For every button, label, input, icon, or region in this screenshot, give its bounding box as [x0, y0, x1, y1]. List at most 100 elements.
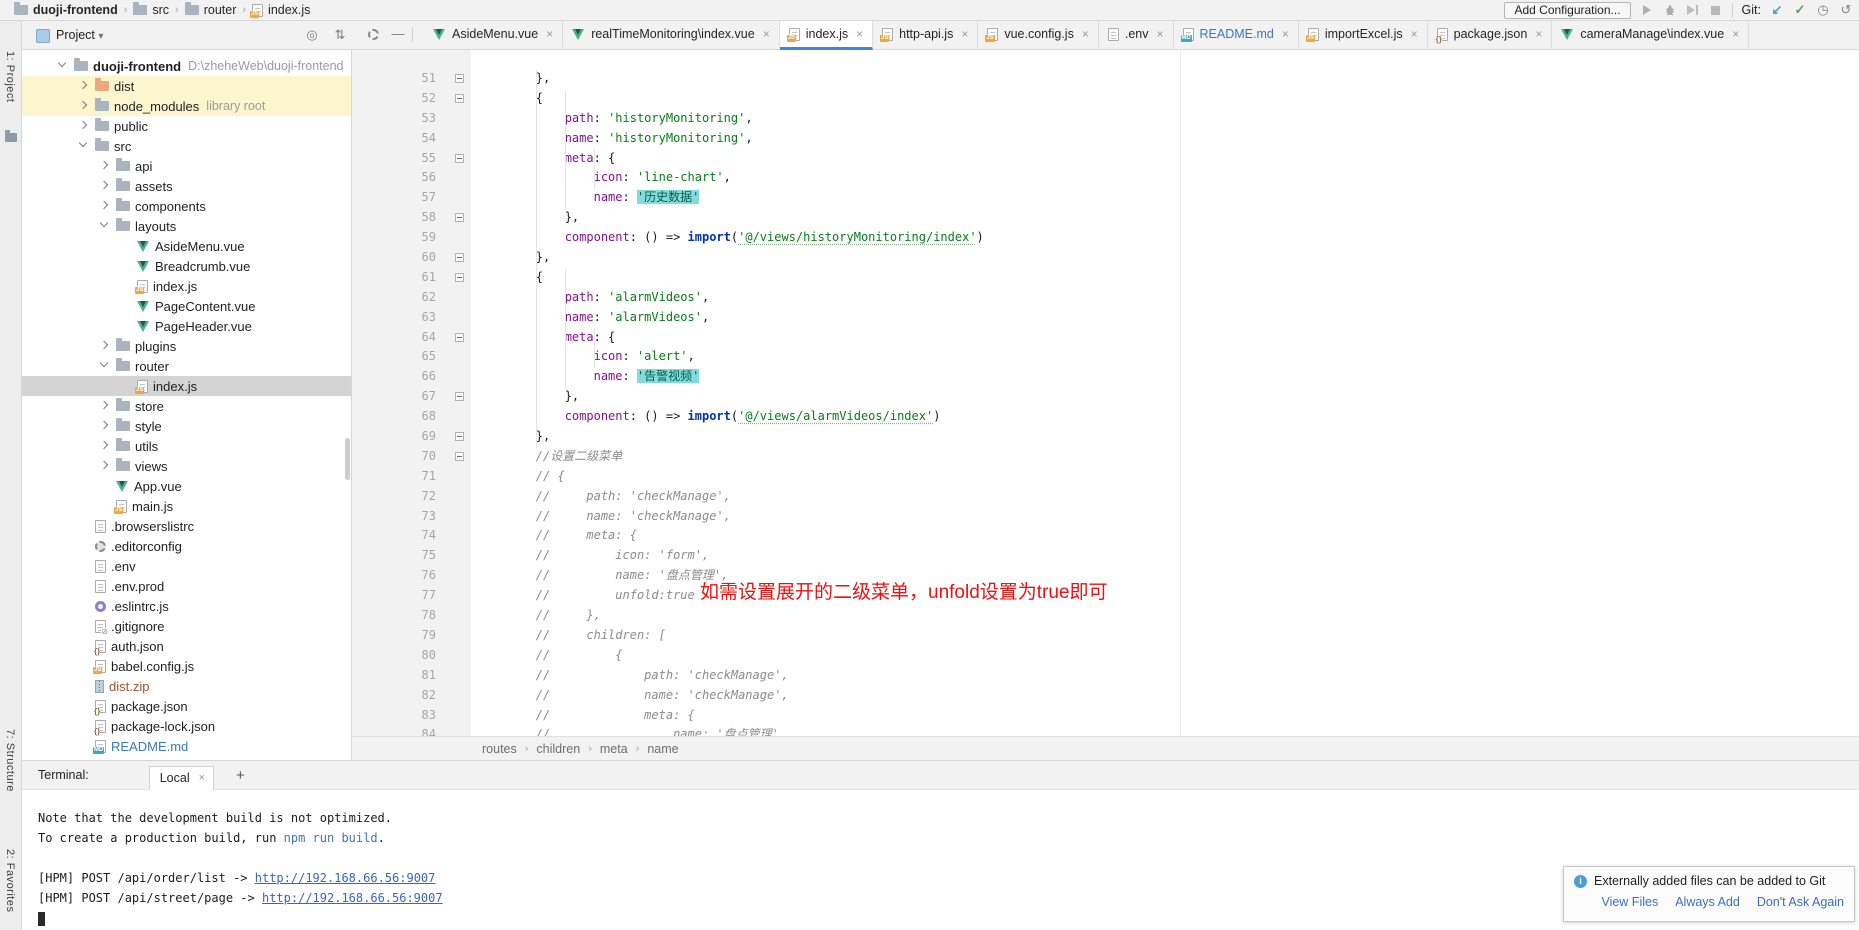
locate-file-icon[interactable]: ◎ [304, 27, 320, 43]
editor-breadcrumb-item[interactable]: children [536, 742, 580, 756]
tree-row[interactable]: {}package.json [22, 696, 351, 716]
line-number[interactable]: 71 [352, 467, 436, 487]
line-number[interactable]: 82 [352, 686, 436, 706]
tree-row[interactable]: views [22, 456, 351, 476]
panel-settings-gear-icon[interactable] [368, 29, 379, 40]
tree-chevron-icon[interactable] [98, 399, 112, 413]
terminal-link[interactable]: http://192.168.66.56:9007 [262, 891, 443, 905]
tree-chevron-icon[interactable] [98, 359, 112, 373]
editor-tab[interactable]: JSindex.js× [780, 21, 873, 50]
editor-tab[interactable]: JSvue.config.js× [978, 21, 1099, 50]
close-icon[interactable]: × [961, 27, 968, 41]
close-icon[interactable]: × [1411, 27, 1418, 41]
tree-row[interactable]: .env [22, 556, 351, 576]
line-number[interactable]: 53 [352, 109, 436, 129]
line-number[interactable]: 78 [352, 606, 436, 626]
tree-chevron-icon[interactable] [98, 459, 112, 473]
tree-chevron-icon[interactable] [77, 99, 91, 113]
editor-breadcrumb-item[interactable]: name [647, 742, 678, 756]
line-number[interactable]: 57 [352, 188, 436, 208]
editor-tab[interactable]: cameraManage\index.vue× [1552, 21, 1749, 50]
tree-row[interactable]: assets [22, 176, 351, 196]
tree-row[interactable]: ⊘.gitignore [22, 616, 351, 636]
tree-row[interactable]: PageContent.vue [22, 296, 351, 316]
tree-row[interactable]: {}auth.json [22, 636, 351, 656]
editor-tab[interactable]: MDREADME.md× [1174, 21, 1299, 50]
fold-marker-icon[interactable] [455, 213, 464, 222]
git-history-icon[interactable]: ◷ [1816, 3, 1830, 17]
tree-row[interactable]: node_moduleslibrary root [22, 96, 351, 116]
line-number[interactable]: 54 [352, 129, 436, 149]
editor-tab[interactable]: realTimeMonitoring\index.vue× [563, 21, 780, 50]
tree-row[interactable]: store [22, 396, 351, 416]
editor-tab[interactable]: AsideMenu.vue× [424, 21, 563, 50]
tree-row[interactable]: src [22, 136, 351, 156]
tree-row[interactable]: JSbabel.config.js [22, 656, 351, 676]
line-number[interactable]: 67 [352, 387, 436, 407]
terminal-tab-local[interactable]: Local × [149, 766, 214, 790]
line-number[interactable]: 76 [352, 566, 436, 586]
line-number[interactable]: 75 [352, 546, 436, 566]
run-icon[interactable] [1640, 3, 1654, 17]
line-number[interactable]: 58 [352, 208, 436, 228]
close-icon[interactable]: × [856, 27, 863, 41]
line-number[interactable]: 81 [352, 666, 436, 686]
tree-chevron-icon[interactable] [77, 139, 91, 153]
tree-row[interactable]: PageHeader.vue [22, 316, 351, 336]
line-number-gutter[interactable]: 5152535455565758596061626364656667686970… [352, 69, 436, 745]
tree-row[interactable]: AsideMenu.vue [22, 236, 351, 256]
line-number[interactable]: 68 [352, 407, 436, 427]
tree-chevron-icon[interactable] [77, 79, 91, 93]
line-number[interactable]: 59 [352, 228, 436, 248]
project-scrollbar-thumb[interactable] [345, 438, 350, 480]
line-number[interactable]: 70 [352, 447, 436, 467]
stripe-structure-button[interactable]: 7: Structure [4, 729, 16, 792]
terminal-link[interactable]: http://192.168.66.56:9007 [255, 871, 436, 885]
debug-icon[interactable] [1663, 3, 1677, 17]
line-number[interactable]: 83 [352, 706, 436, 726]
editor-tab[interactable]: JShttp-api.js× [873, 21, 978, 50]
line-number[interactable]: 65 [352, 347, 436, 367]
line-number[interactable]: 62 [352, 288, 436, 308]
close-icon[interactable]: × [1732, 27, 1739, 41]
close-icon[interactable]: × [1535, 27, 1542, 41]
line-number[interactable]: 51 [352, 69, 436, 89]
line-number[interactable]: 73 [352, 507, 436, 527]
line-number[interactable]: 77 [352, 586, 436, 606]
close-icon[interactable]: × [1082, 27, 1089, 41]
fold-marker-icon[interactable] [455, 74, 464, 83]
line-number[interactable]: 61 [352, 268, 436, 288]
project-view-selector[interactable]: Project ▾ [56, 28, 103, 42]
tree-row[interactable]: utils [22, 436, 351, 456]
notification-action-link[interactable]: Don't Ask Again [1757, 895, 1844, 909]
editor-tab[interactable]: JSimportExcel.js× [1299, 21, 1428, 50]
tree-row[interactable]: components [22, 196, 351, 216]
line-number[interactable]: 80 [352, 646, 436, 666]
breadcrumb-item[interactable]: duoji-frontend [14, 3, 118, 17]
add-configuration-button[interactable]: Add Configuration... [1504, 2, 1630, 19]
tree-row[interactable]: App.vue [22, 476, 351, 496]
tree-row[interactable]: .browserslistrc [22, 516, 351, 536]
tree-chevron-icon[interactable] [98, 219, 112, 233]
tree-chevron-icon[interactable] [98, 179, 112, 193]
tree-chevron-icon[interactable] [98, 419, 112, 433]
breadcrumb-item[interactable]: router [185, 3, 237, 17]
fold-marker-icon[interactable] [455, 432, 464, 441]
tree-chevron-icon[interactable] [98, 439, 112, 453]
close-icon[interactable]: × [763, 27, 770, 41]
editor-tab[interactable]: .env× [1099, 21, 1174, 50]
tree-row[interactable]: .env.prod [22, 576, 351, 596]
tree-row[interactable]: style [22, 416, 351, 436]
tree-row[interactable]: Breadcrumb.vue [22, 256, 351, 276]
tree-row[interactable]: dist.zip [22, 676, 351, 696]
fold-marker-icon[interactable] [455, 452, 464, 461]
project-folder-icon[interactable] [5, 133, 17, 142]
stripe-project-button[interactable]: 1: Project [4, 51, 16, 102]
close-icon[interactable]: × [1156, 27, 1163, 41]
breadcrumb-item[interactable]: src [133, 3, 169, 17]
line-number[interactable]: 74 [352, 526, 436, 546]
notification-action-link[interactable]: Always Add [1675, 895, 1740, 909]
tree-row[interactable]: .editorconfig [22, 536, 351, 556]
line-number[interactable]: 64 [352, 328, 436, 348]
tree-chevron-icon[interactable] [98, 159, 112, 173]
